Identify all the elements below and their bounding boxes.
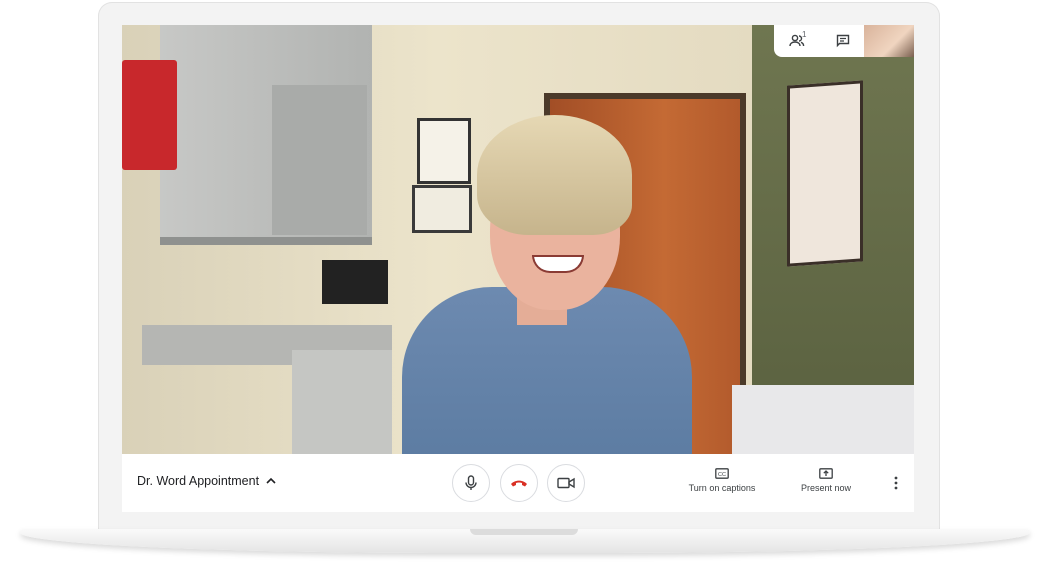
laptop-notch xyxy=(470,529,578,535)
hangup-icon xyxy=(511,480,527,487)
mic-icon xyxy=(465,475,477,490)
meeting-title[interactable]: Dr. Word Appointment xyxy=(137,474,259,488)
top-right-toolbar: 1 xyxy=(774,25,914,57)
main-video: 1 xyxy=(122,25,914,454)
camera-button[interactable] xyxy=(547,464,585,502)
call-controls-bar: Dr. Word Appointment CC Turn on captions… xyxy=(122,454,914,512)
self-view-thumbnail[interactable] xyxy=(864,25,914,57)
participants-button[interactable]: 1 xyxy=(774,25,820,57)
present-label: Present now xyxy=(800,483,852,493)
meet-window: 1 Dr. Word Appointment CC Turn on captio… xyxy=(122,25,914,512)
present-button[interactable]: Present now xyxy=(790,468,862,493)
svg-text:CC: CC xyxy=(718,472,726,478)
captions-button[interactable]: CC Turn on captions xyxy=(682,468,762,493)
chevron-up-icon[interactable] xyxy=(266,477,276,484)
chat-button[interactable] xyxy=(820,25,866,57)
present-icon xyxy=(819,468,833,479)
more-vert-icon xyxy=(894,476,898,490)
captions-icon: CC xyxy=(715,468,729,479)
captions-label: Turn on captions xyxy=(688,483,756,493)
more-options-button[interactable] xyxy=(888,472,904,494)
chat-icon xyxy=(836,34,850,48)
mic-button[interactable] xyxy=(452,464,490,502)
hangup-button[interactable] xyxy=(500,464,538,502)
participant-count: 1 xyxy=(802,30,807,39)
camera-icon xyxy=(557,477,575,489)
